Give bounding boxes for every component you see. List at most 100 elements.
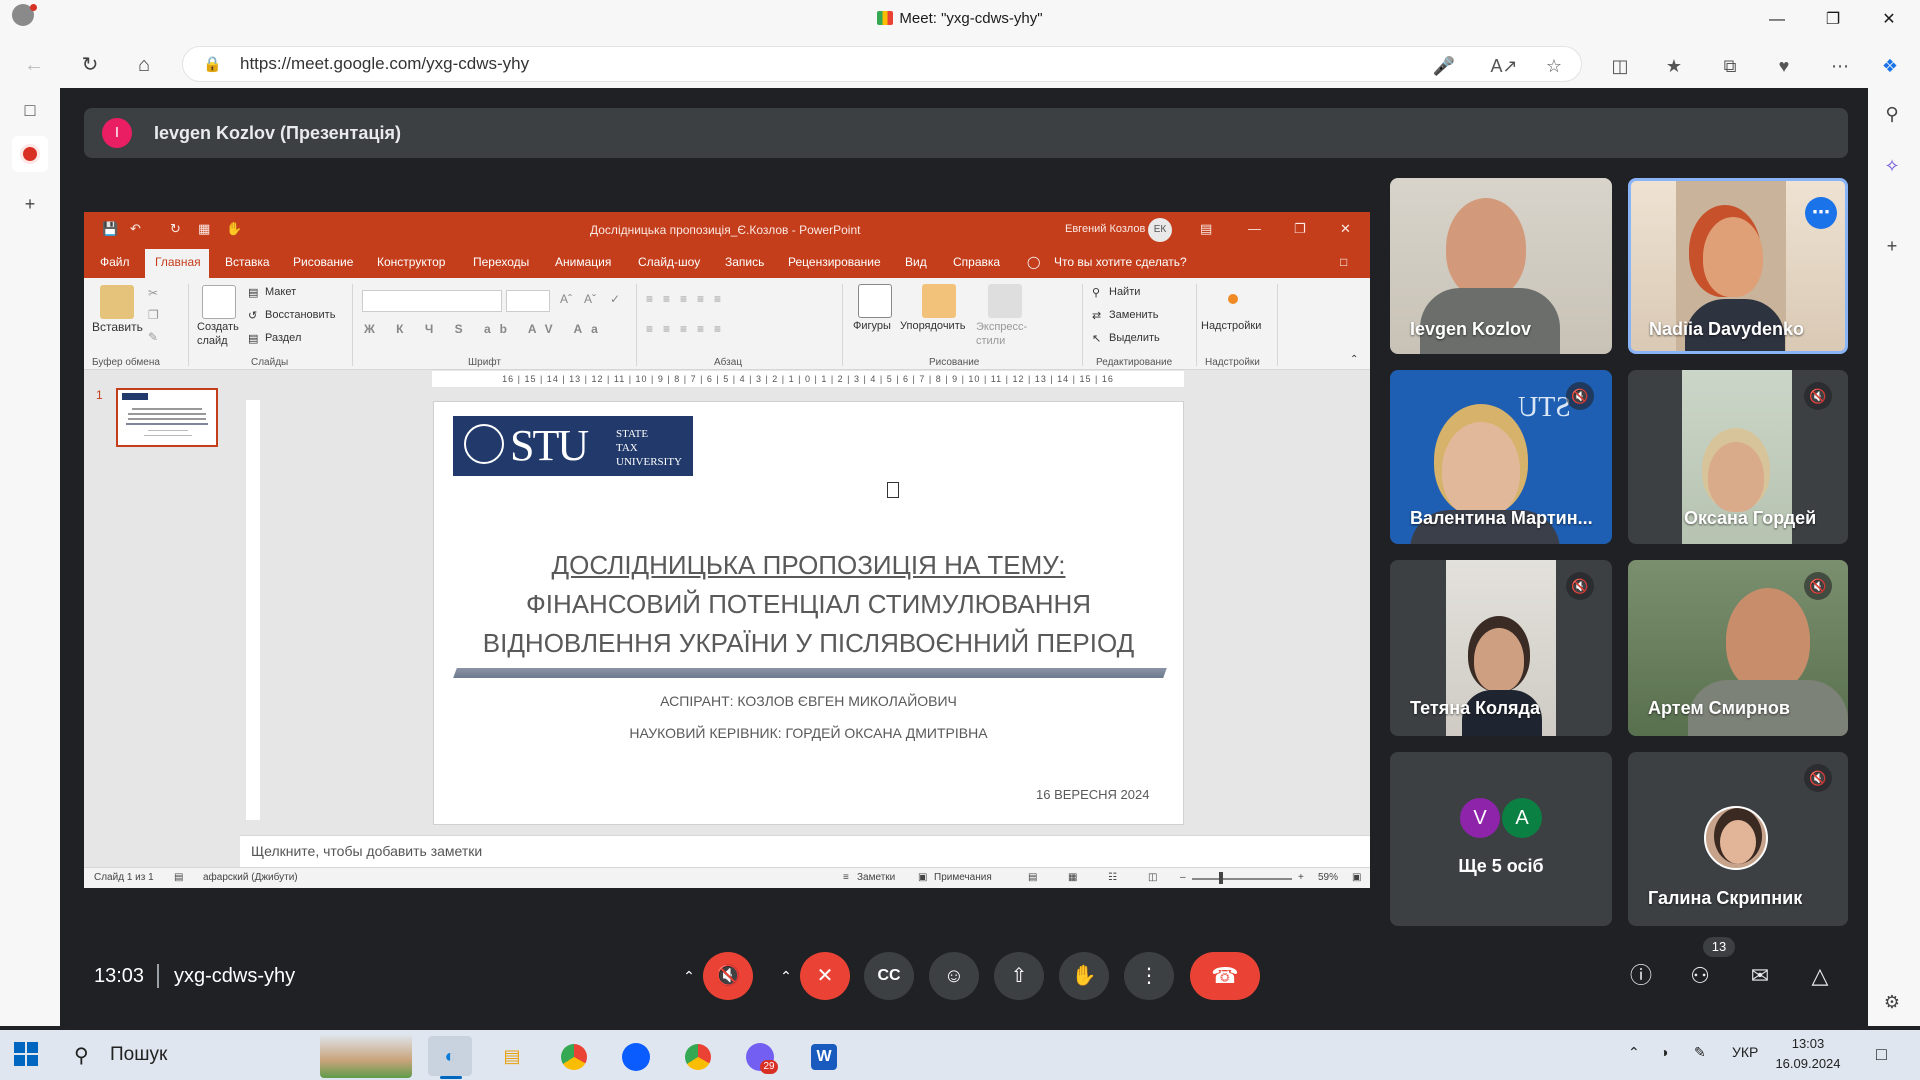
window-title: Meet: "yxg-cdws-yhy" bbox=[0, 10, 1920, 27]
home-button[interactable]: ⌂ bbox=[128, 50, 160, 80]
horizontal-ruler: 16 | 15 | 14 | 13 | 12 | 11 | 10 | 9 | 8… bbox=[432, 371, 1184, 387]
new-slide-label: Создать слайд bbox=[197, 321, 239, 347]
participant-tile[interactable]: STU 🔇 Валентина Мартин... bbox=[1390, 370, 1612, 544]
slide-title-line2: ФІНАНСОВИЙ ПОТЕНЦІАЛ СТИМУЛЮВАННЯ bbox=[525, 589, 1092, 619]
ppt-user-avatar: ЕК bbox=[1148, 218, 1172, 242]
ppt-tab-insert: Вставка bbox=[225, 255, 270, 269]
favorite-star-icon[interactable]: ☆ bbox=[1540, 52, 1568, 80]
arrange-icon bbox=[922, 284, 956, 318]
back-button[interactable]: ← bbox=[18, 50, 50, 80]
search-highlight-image bbox=[320, 1034, 412, 1078]
favorites-icon[interactable]: ★ bbox=[1660, 52, 1688, 80]
restore-button[interactable]: ❐ bbox=[1810, 6, 1856, 34]
tray-chevron-icon[interactable]: ⌃ bbox=[1628, 1044, 1640, 1061]
activities-icon[interactable]: △ bbox=[1802, 958, 1838, 994]
browser-essentials-icon[interactable]: ♥ bbox=[1770, 52, 1798, 80]
taskbar-time[interactable]: 13:03 bbox=[1776, 1036, 1840, 1051]
pen-icon[interactable]: ✎ bbox=[1694, 1044, 1706, 1061]
search-icon[interactable]: ⚲ bbox=[1876, 98, 1908, 130]
participant-tile[interactable]: 🔇 Галина Скрипник bbox=[1628, 752, 1848, 926]
cut-icon: ✂ bbox=[148, 286, 159, 300]
meeting-clock: 13:03 bbox=[94, 965, 145, 987]
ribbon-separator bbox=[636, 284, 637, 366]
zoom-taskbar-icon[interactable] bbox=[614, 1036, 658, 1076]
participant-tile[interactable]: Ievgen Kozlov bbox=[1390, 178, 1612, 354]
addins-label: Надстройки bbox=[1201, 320, 1262, 332]
participant-tile-active[interactable]: ⋯ Nadiia Davydenko bbox=[1628, 178, 1848, 354]
settings-gear-icon[interactable]: ⚙ bbox=[1876, 986, 1908, 1018]
present-button[interactable]: ⇧ bbox=[994, 952, 1044, 1000]
other-avatar: A bbox=[1502, 798, 1542, 838]
copilot-icon[interactable]: ❖ bbox=[1876, 52, 1904, 80]
tab-actions-icon[interactable]: □ bbox=[14, 94, 46, 126]
network-icon[interactable]: ◑ bbox=[1660, 1044, 1668, 1060]
replace-label: Заменить bbox=[1109, 309, 1159, 321]
participant-tile[interactable]: 🔇 Оксана Гордей bbox=[1628, 370, 1848, 544]
status-language: афарский (Джибути) bbox=[203, 872, 298, 883]
chrome-logo bbox=[561, 1044, 587, 1071]
file-explorer-taskbar-icon[interactable]: ▤ bbox=[490, 1036, 534, 1076]
captions-button[interactable]: CC bbox=[864, 952, 914, 1000]
save-icon: 💾 bbox=[102, 221, 119, 236]
camera-off-button[interactable]: ✕ bbox=[800, 952, 850, 1000]
end-call-button[interactable]: ☎ bbox=[1190, 952, 1260, 1000]
others-tile[interactable]: V A Ще 5 осіб bbox=[1390, 752, 1612, 926]
read-aloud-icon[interactable]: A↗ bbox=[1490, 52, 1518, 80]
sorter-view-icon: ▦ bbox=[1068, 872, 1078, 883]
section-icon: ▤ bbox=[248, 333, 259, 345]
microphone-icon[interactable]: 🎤 bbox=[1430, 52, 1458, 80]
section-label: Раздел bbox=[265, 332, 302, 344]
ribbon-display-icon: ▤ bbox=[1200, 221, 1213, 236]
site-info-icon[interactable]: 🔒 bbox=[203, 55, 222, 73]
participant-tile[interactable]: 🔇 Тетяна Коляда bbox=[1390, 560, 1612, 736]
layout-label: Макет bbox=[265, 286, 297, 298]
more-options-icon[interactable]: ⋯ bbox=[1805, 197, 1837, 229]
mic-off-button[interactable]: 🔇 bbox=[703, 952, 753, 1000]
copilot-sidebar-icon[interactable]: ✧ bbox=[1876, 150, 1908, 182]
paste-label: Вставить bbox=[92, 320, 143, 334]
add-sidebar-app-icon[interactable]: + bbox=[1876, 230, 1908, 262]
collections-icon[interactable]: ⧉ bbox=[1716, 52, 1744, 80]
reload-button[interactable]: ↻ bbox=[74, 50, 106, 80]
edge-taskbar-icon[interactable]: ◐ bbox=[428, 1036, 472, 1076]
meeting-info-icon[interactable]: ⓘ bbox=[1623, 958, 1659, 994]
participant-tile[interactable]: 🔇 Артем Смирнов bbox=[1628, 560, 1848, 736]
start-windows-icon[interactable] bbox=[14, 1042, 38, 1066]
group-clipboard: Буфер обмена bbox=[92, 357, 160, 368]
people-icon[interactable]: ⚇ bbox=[1682, 958, 1718, 994]
font-style-buttons: Ж К Ч S ab AV Aa bbox=[364, 322, 607, 336]
addins-icon bbox=[1228, 294, 1238, 304]
muted-mic-icon: 🔇 bbox=[1566, 382, 1594, 410]
zoom-logo bbox=[622, 1043, 650, 1072]
more-menu-icon[interactable]: ⋯ bbox=[1826, 52, 1854, 80]
notifications-icon[interactable]: □ bbox=[1876, 1044, 1887, 1065]
chrome-taskbar-icon[interactable] bbox=[552, 1036, 596, 1076]
ppt-restore-icon: ❐ bbox=[1294, 221, 1306, 236]
new-tab-icon[interactable]: + bbox=[14, 188, 46, 220]
active-app-indicator bbox=[440, 1076, 462, 1079]
url-text[interactable]: https://meet.google.com/yxg-cdws-yhy bbox=[240, 54, 529, 74]
viber-badge: 29 bbox=[760, 1060, 778, 1074]
raise-hand-button[interactable]: ✋ bbox=[1059, 952, 1109, 1000]
win-logo-square bbox=[27, 1055, 38, 1066]
more-options-button[interactable]: ⋮ bbox=[1124, 952, 1174, 1000]
slide-supervisor: НАУКОВИЙ КЕРІВНИК: ГОРДЕЙ ОКСАНА ДМИТРІВ… bbox=[629, 725, 988, 741]
reactions-button[interactable]: ☺ bbox=[929, 952, 979, 1000]
chat-icon[interactable]: ✉ bbox=[1742, 958, 1778, 994]
minimize-button[interactable]: — bbox=[1754, 6, 1800, 34]
close-window-button[interactable]: ✕ bbox=[1866, 6, 1912, 34]
format-painter-icon: ✎ bbox=[148, 330, 159, 344]
split-screen-icon[interactable]: ◫ bbox=[1606, 52, 1634, 80]
taskbar-search-placeholder[interactable]: Пошук bbox=[110, 1044, 167, 1066]
ppt-doc-title: Дослідницька пропозиція_Є.Козлов - Power… bbox=[590, 223, 861, 237]
ppt-tab-design: Конструктор bbox=[377, 255, 446, 269]
zoom-slider bbox=[1192, 878, 1292, 880]
chrome-profile-taskbar-icon[interactable] bbox=[676, 1036, 720, 1076]
language-indicator[interactable]: УКР bbox=[1732, 1044, 1758, 1060]
quick-styles-icon bbox=[988, 284, 1022, 318]
reset-icon: ↺ bbox=[248, 310, 258, 322]
copy-icon: ❐ bbox=[148, 308, 159, 322]
word-taskbar-icon[interactable]: W bbox=[802, 1036, 846, 1076]
taskbar-date[interactable]: 16.09.2024 bbox=[1768, 1056, 1848, 1071]
thumb-bar bbox=[126, 423, 208, 425]
